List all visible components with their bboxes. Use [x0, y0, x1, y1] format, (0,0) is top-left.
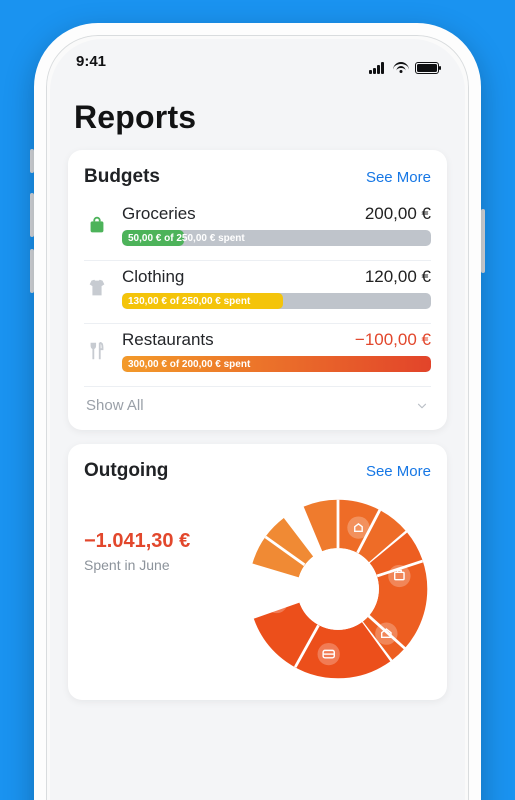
outgoing-subtitle: Spent in June	[84, 557, 235, 573]
budget-row[interactable]: Restaurants −100,00 € 300,00 € of 200,00…	[84, 324, 431, 376]
budget-name: Groceries	[122, 204, 196, 224]
cellular-icon	[369, 62, 387, 74]
budget-row[interactable]: Clothing 120,00 € 130,00 € of 250,00 € s…	[84, 261, 431, 313]
outgoing-donut-chart[interactable]	[245, 496, 431, 682]
budgets-title: Budgets	[84, 166, 160, 188]
chevron-down-icon	[415, 399, 429, 413]
outgoing-amount: −1.041,30 €	[84, 530, 235, 553]
budget-caption: 300,00 € of 200,00 € spent	[128, 356, 250, 372]
outgoing-title: Outgoing	[84, 460, 168, 482]
budget-amount: −100,00 €	[355, 330, 431, 350]
budget-caption: 50,00 € of 250,00 € spent	[128, 230, 245, 246]
battery-icon	[415, 62, 439, 74]
budget-row[interactable]: Groceries 200,00 € 50,00 € of 250,00 € s…	[84, 198, 431, 250]
budget-name: Clothing	[122, 267, 184, 287]
side-button	[481, 209, 485, 273]
budgets-show-all[interactable]: Show All	[84, 387, 431, 426]
wifi-icon	[393, 62, 409, 74]
budget-name: Restaurants	[122, 330, 214, 350]
budget-amount: 200,00 €	[365, 204, 431, 224]
fork-knife-icon	[84, 338, 110, 364]
status-time: 9:41	[76, 53, 106, 83]
budgets-card: Budgets See More Groceries 200,00 €	[68, 150, 447, 430]
bag-icon	[84, 212, 110, 238]
outgoing-card: Outgoing See More −1.041,30 € Spent in J…	[68, 444, 447, 700]
page-title: Reports	[74, 99, 441, 136]
outgoing-see-more[interactable]: See More	[366, 463, 431, 480]
tshirt-icon	[84, 275, 110, 301]
status-bar: 9:41	[50, 39, 465, 83]
show-all-label: Show All	[86, 397, 144, 414]
budgets-see-more[interactable]: See More	[366, 169, 431, 186]
budget-caption: 130,00 € of 250,00 € spent	[128, 293, 250, 309]
budget-amount: 120,00 €	[365, 267, 431, 287]
